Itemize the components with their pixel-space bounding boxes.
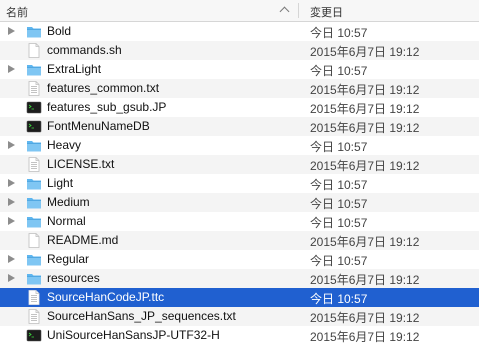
- date-modified: 2015年6月7日 19:12: [310, 121, 420, 135]
- file-row[interactable]: Light 今日 10:57: [0, 174, 479, 193]
- document-icon: [26, 233, 42, 248]
- disclosure-triangle-icon[interactable]: [8, 27, 15, 35]
- column-divider[interactable]: [298, 3, 299, 18]
- column-header: 名前 変更日: [0, 0, 479, 22]
- text-file-icon: [26, 309, 42, 324]
- file-name: features_common.txt: [47, 81, 160, 95]
- file-name: Normal: [47, 214, 86, 228]
- file-name: Heavy: [47, 138, 82, 152]
- name-column-header[interactable]: 名前: [6, 4, 28, 20]
- file-row[interactable]: features_common.txt 2015年6月7日 19:12: [0, 79, 479, 98]
- disclosure-triangle-icon[interactable]: [8, 217, 15, 225]
- date-modified: 2015年6月7日 19:12: [310, 273, 420, 287]
- folder-icon: [26, 138, 42, 153]
- terminal-executable-icon: [26, 328, 42, 343]
- file-row[interactable]: commands.sh 2015年6月7日 19:12: [0, 41, 479, 60]
- file-row[interactable]: FontMenuNameDB 2015年6月7日 19:12: [0, 117, 479, 136]
- terminal-executable-icon: [26, 119, 42, 134]
- date-modified: 今日 10:57: [310, 178, 368, 192]
- date-modified: 2015年6月7日 19:12: [310, 83, 420, 97]
- file-row[interactable]: Medium 今日 10:57: [0, 193, 479, 212]
- file-name: README.md: [47, 233, 119, 247]
- folder-icon: [26, 195, 42, 210]
- file-row[interactable]: features_sub_gsub.JP 2015年6月7日 19:12: [0, 98, 479, 117]
- file-row[interactable]: resources 2015年6月7日 19:12: [0, 269, 479, 288]
- folder-icon: [26, 214, 42, 229]
- disclosure-triangle-icon[interactable]: [8, 65, 15, 73]
- date-modified: 2015年6月7日 19:12: [310, 330, 420, 344]
- file-name: LICENSE.txt: [47, 157, 115, 171]
- folder-icon: [26, 24, 42, 39]
- font-file-icon: [26, 290, 42, 305]
- text-file-icon: [26, 81, 42, 96]
- folder-icon: [26, 252, 42, 267]
- file-name: commands.sh: [47, 43, 122, 57]
- disclosure-triangle-icon[interactable]: [8, 255, 15, 263]
- disclosure-triangle-icon[interactable]: [8, 198, 15, 206]
- file-row[interactable]: Normal 今日 10:57: [0, 212, 479, 231]
- date-modified: 2015年6月7日 19:12: [310, 311, 420, 325]
- file-list: Bold 今日 10:57 commands.sh 2015年6月7日 19:12 Ex…: [0, 22, 479, 345]
- file-name: SourceHanSans_JP_sequences.txt: [47, 309, 236, 323]
- file-name: features_sub_gsub.JP: [47, 100, 167, 114]
- date-modified: 今日 10:57: [310, 254, 368, 268]
- file-name: ExtraLight: [47, 62, 102, 76]
- folder-icon: [26, 271, 42, 286]
- file-row[interactable]: Bold 今日 10:57: [0, 22, 479, 41]
- file-name: Regular: [47, 252, 90, 266]
- folder-icon: [26, 176, 42, 191]
- file-row[interactable]: UniSourceHanSansJP-UTF32-H 2015年6月7日 19:1…: [0, 326, 479, 345]
- date-modified: 今日 10:57: [310, 197, 368, 211]
- terminal-executable-icon: [26, 100, 42, 115]
- date-modified: 今日 10:57: [310, 216, 368, 230]
- folder-icon: [26, 62, 42, 77]
- file-name: Medium: [47, 195, 90, 209]
- file-row[interactable]: README.md 2015年6月7日 19:12: [0, 231, 479, 250]
- file-name: Bold: [47, 24, 72, 38]
- disclosure-triangle-icon[interactable]: [8, 141, 15, 149]
- file-row[interactable]: Heavy 今日 10:57: [0, 136, 479, 155]
- date-modified: 今日 10:57: [310, 26, 368, 40]
- finder-list-view: 名前 変更日 Bold 今日 10:57 commands.sh 2015年6月7日 …: [0, 0, 479, 357]
- file-name: UniSourceHanSansJP-UTF32-H: [47, 328, 220, 342]
- text-file-icon: [26, 157, 42, 172]
- file-row[interactable]: Regular 今日 10:57: [0, 250, 479, 269]
- date-modified-column-header[interactable]: 変更日: [310, 4, 343, 20]
- date-modified: 今日 10:57: [310, 64, 368, 78]
- date-modified: 今日 10:57: [310, 140, 368, 154]
- file-name: resources: [47, 271, 100, 285]
- file-row[interactable]: SourceHanCodeJP.ttc 今日 10:57: [0, 288, 479, 307]
- disclosure-triangle-icon[interactable]: [8, 179, 15, 187]
- file-row[interactable]: SourceHanSans_JP_sequences.txt 2015年6月7日 …: [0, 307, 479, 326]
- disclosure-triangle-icon[interactable]: [8, 274, 15, 282]
- file-name: Light: [47, 176, 74, 190]
- date-modified: 2015年6月7日 19:12: [310, 235, 420, 249]
- sort-chevron-icon[interactable]: [279, 6, 290, 17]
- file-row[interactable]: ExtraLight 今日 10:57: [0, 60, 479, 79]
- date-modified: 2015年6月7日 19:12: [310, 159, 420, 173]
- file-row[interactable]: LICENSE.txt 2015年6月7日 19:12: [0, 155, 479, 174]
- file-name: FontMenuNameDB: [47, 119, 150, 133]
- date-modified: 今日 10:57: [310, 292, 368, 306]
- file-name: SourceHanCodeJP.ttc: [47, 290, 165, 304]
- date-modified: 2015年6月7日 19:12: [310, 45, 420, 59]
- date-modified: 2015年6月7日 19:12: [310, 102, 420, 116]
- document-icon: [26, 43, 42, 58]
